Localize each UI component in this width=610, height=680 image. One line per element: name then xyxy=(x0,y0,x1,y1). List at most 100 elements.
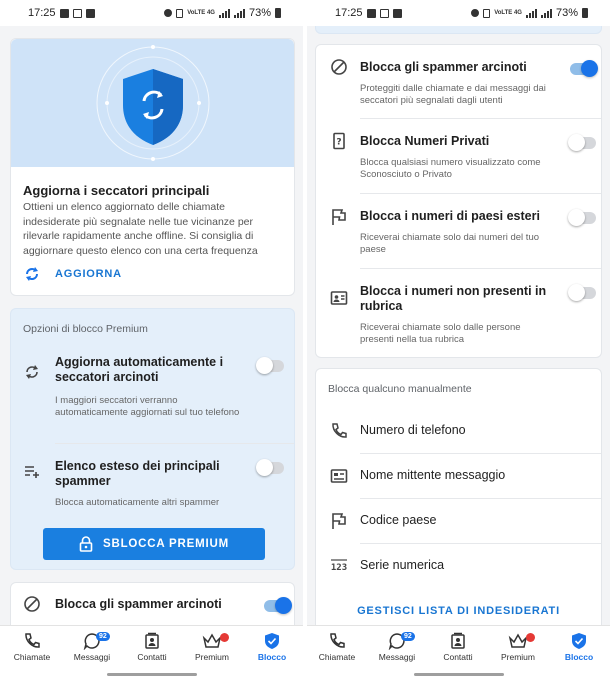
auto-refresh-icon xyxy=(26,365,38,379)
app-notification-icon xyxy=(85,8,95,18)
auto-update-toggle[interactable] xyxy=(256,357,284,374)
battery-icon xyxy=(582,8,588,18)
status-time: 17:25 xyxy=(28,7,56,19)
signal-icon-2 xyxy=(233,8,245,18)
spammer-block-title: Blocca gli spammer arcinoti xyxy=(55,597,222,611)
contacts-only-toggle[interactable] xyxy=(568,284,596,301)
status-time: 17:25 xyxy=(335,7,363,19)
contacts-icon xyxy=(145,632,159,649)
shield-illustration-icon xyxy=(96,45,210,161)
top-list-description: Ottieni un elenco aggiornato delle chiam… xyxy=(23,201,258,257)
contacts-icon xyxy=(451,632,465,649)
home-indicator[interactable] xyxy=(106,673,197,676)
nav-calls[interactable]: Chiamate xyxy=(307,632,367,662)
spammer-block-card: Blocca gli spammer arcinoti xyxy=(10,582,295,625)
nav-contacts[interactable]: Contatti xyxy=(428,632,488,662)
nav-block[interactable]: Blocco xyxy=(549,632,609,662)
home-indicator[interactable] xyxy=(413,673,504,676)
nav-messages-label: Messaggi xyxy=(378,652,416,662)
unlock-premium-label: SBLOCCA PREMIUM xyxy=(103,538,229,550)
battery-percent: 73% xyxy=(555,7,578,19)
block-icon xyxy=(331,59,347,75)
contacts-only-title: Blocca i numeri non presenti in rubrica xyxy=(360,284,547,313)
nav-messages[interactable]: 92 Messaggi xyxy=(367,632,427,662)
nav-block[interactable]: Blocco xyxy=(242,632,302,662)
flag-icon xyxy=(332,513,346,529)
premium-card-edge xyxy=(315,26,602,34)
block-options-card: Blocca gli spammer arcinoti Proteggiti d… xyxy=(315,44,602,358)
manual-phone-number-label: Numero di telefono xyxy=(360,423,466,437)
manual-block-card: Blocca qualcuno manualmente Numero di te… xyxy=(315,368,602,625)
block-icon xyxy=(24,596,40,612)
update-button-label: AGGIORNA xyxy=(55,268,122,280)
left-screen: 17:25 VoLTE 4G 73% Aggiorna i seccatori … xyxy=(0,0,303,680)
bottom-navigation: Chiamate 92 Messaggi Contatti Premium Bl… xyxy=(0,625,303,680)
divider xyxy=(360,268,601,269)
flag-icon xyxy=(332,209,346,225)
playlist-add-icon xyxy=(25,466,39,478)
manual-phone-number[interactable]: Numero di telefono xyxy=(316,409,601,453)
private-block-toggle[interactable] xyxy=(568,134,596,151)
auto-update-title: Aggiorna automaticamente i seccatori arc… xyxy=(55,355,224,384)
status-bar: 17:25 VoLTE 4G 73% xyxy=(307,0,610,26)
manual-sender-name[interactable]: Nome mittente messaggio xyxy=(316,454,601,498)
svg-text:123: 123 xyxy=(331,563,347,573)
nav-premium[interactable]: Premium xyxy=(182,632,242,662)
extended-list-title: Elenco esteso dei principali spammer xyxy=(55,459,220,488)
messages-badge: 92 xyxy=(401,632,415,641)
nav-calls-label: Chiamate xyxy=(318,652,356,662)
extended-list-toggle[interactable] xyxy=(256,459,284,476)
battery-percent: 73% xyxy=(248,7,271,19)
contact-card-icon xyxy=(330,291,348,305)
premium-notification-dot xyxy=(526,633,535,642)
nav-block-label: Blocco xyxy=(564,652,594,662)
nav-contacts[interactable]: Contatti xyxy=(122,632,182,662)
hero-banner xyxy=(11,39,294,167)
spammer-block-description: Proteggiti dalle chiamate e dai messaggi… xyxy=(360,83,546,106)
gallery-notification-icon xyxy=(366,8,376,18)
divider xyxy=(360,193,601,194)
svg-text:?: ? xyxy=(336,138,341,148)
foreign-block-title: Blocca i numeri di paesi esteri xyxy=(360,209,540,223)
status-bar: 17:25 VoLTE 4G 73% xyxy=(0,0,303,26)
gallery-notification-icon xyxy=(59,8,69,18)
battery-icon xyxy=(275,8,281,18)
nav-messages[interactable]: 92 Messaggi xyxy=(62,632,122,662)
alarm-icon xyxy=(471,9,480,17)
nav-premium-label: Premium xyxy=(500,652,535,662)
manual-number-series[interactable]: 123 Serie numerica xyxy=(316,544,601,588)
mute-icon xyxy=(176,8,184,18)
shield-icon xyxy=(572,633,586,649)
signal-icon xyxy=(218,8,230,18)
nav-calls[interactable]: Chiamate xyxy=(2,632,62,662)
lock-icon xyxy=(79,536,93,552)
manual-country-code[interactable]: Codice paese xyxy=(316,499,601,543)
manual-section-label: Blocca qualcuno manualmente xyxy=(328,383,472,395)
contacts-only-description: Riceverai chiamate solo dalle persone pr… xyxy=(360,322,521,345)
phone-icon xyxy=(25,633,40,648)
spammer-block-toggle[interactable] xyxy=(570,60,598,77)
spammer-block-toggle[interactable] xyxy=(264,597,292,614)
left-content: Aggiorna i seccatori principali Ottieni … xyxy=(0,26,303,625)
crown-icon xyxy=(202,633,222,648)
premium-section-label: Opzioni di blocco Premium xyxy=(23,323,148,335)
bottom-navigation: Chiamate 92 Messaggi Contatti Premium Bl… xyxy=(307,625,610,680)
private-block-description: Blocca qualsiasi numero visualizzato com… xyxy=(360,157,541,180)
divider xyxy=(360,118,601,119)
manage-blocklist-link[interactable]: GESTISCI LISTA DI INDESIDERATI xyxy=(316,605,601,617)
nav-block-label: Blocco xyxy=(257,652,287,662)
premium-notification-dot xyxy=(220,633,229,642)
crown-icon xyxy=(508,633,528,648)
update-button[interactable]: AGGIORNA xyxy=(23,265,122,283)
extended-list-description: Blocca automaticamente altri spammer xyxy=(55,497,220,508)
nav-premium-label: Premium xyxy=(194,652,229,662)
foreign-block-description: Riceverai chiamate solo dai numeri del t… xyxy=(360,232,540,255)
nav-premium[interactable]: Premium xyxy=(488,632,548,662)
auto-update-description: I maggiori seccatori verranno automatica… xyxy=(55,395,240,418)
unlock-premium-button[interactable]: SBLOCCA PREMIUM xyxy=(43,528,265,560)
foreign-block-toggle[interactable] xyxy=(568,209,596,226)
app-notification-icon xyxy=(392,8,402,18)
manual-country-code-label: Codice paese xyxy=(360,513,437,527)
right-content: Blocca gli spammer arcinoti Proteggiti d… xyxy=(307,26,610,625)
mail-notification-icon xyxy=(379,8,389,18)
